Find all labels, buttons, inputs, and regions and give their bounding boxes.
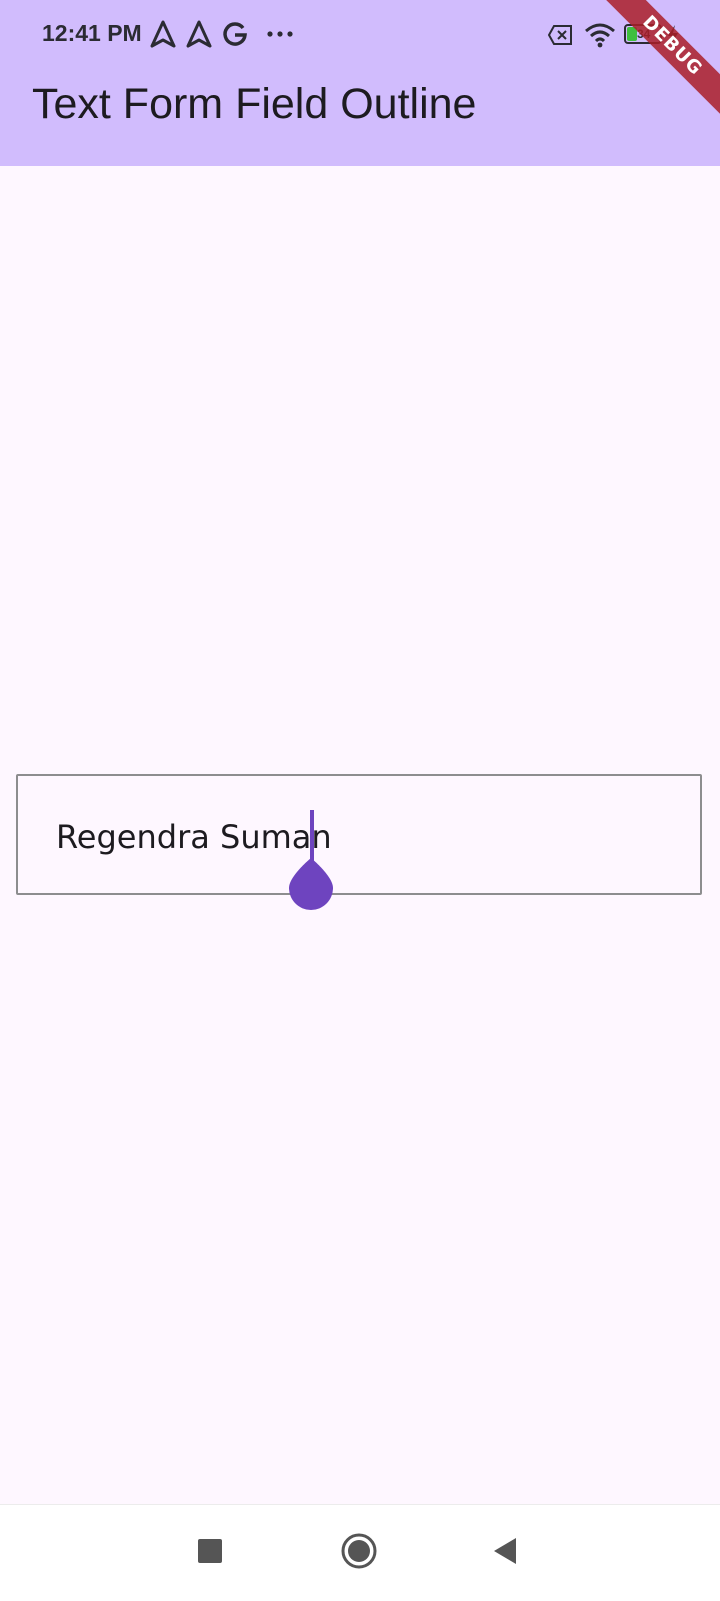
- name-text-field[interactable]: Regendra Suman: [16, 774, 702, 895]
- home-button[interactable]: [339, 1531, 379, 1571]
- more-dots-icon: [267, 31, 293, 37]
- cursor-handle-icon[interactable]: [288, 856, 334, 910]
- recents-button[interactable]: [190, 1531, 230, 1571]
- back-triangle-icon: [494, 1538, 516, 1564]
- page-title: Text Form Field Outline: [32, 80, 477, 128]
- home-circle-icon: [341, 1533, 377, 1569]
- back-button[interactable]: [485, 1531, 525, 1571]
- recents-square-icon: [198, 1539, 222, 1563]
- no-sim-icon: [548, 25, 572, 45]
- navigation-arrow-icon: [186, 20, 212, 48]
- debug-banner: DEBUG: [590, 0, 720, 130]
- status-time: 12:41 PM: [42, 20, 142, 46]
- app-header: 12:41 PM 34: [0, 0, 720, 166]
- navigation-arrow-icon: [150, 20, 176, 48]
- text-cursor: [310, 810, 314, 862]
- google-icon: [223, 22, 247, 46]
- system-navigation-bar: [0, 1504, 720, 1601]
- debug-ribbon-label: DEBUG: [591, 0, 720, 127]
- text-field-value[interactable]: Regendra Suman: [56, 818, 332, 856]
